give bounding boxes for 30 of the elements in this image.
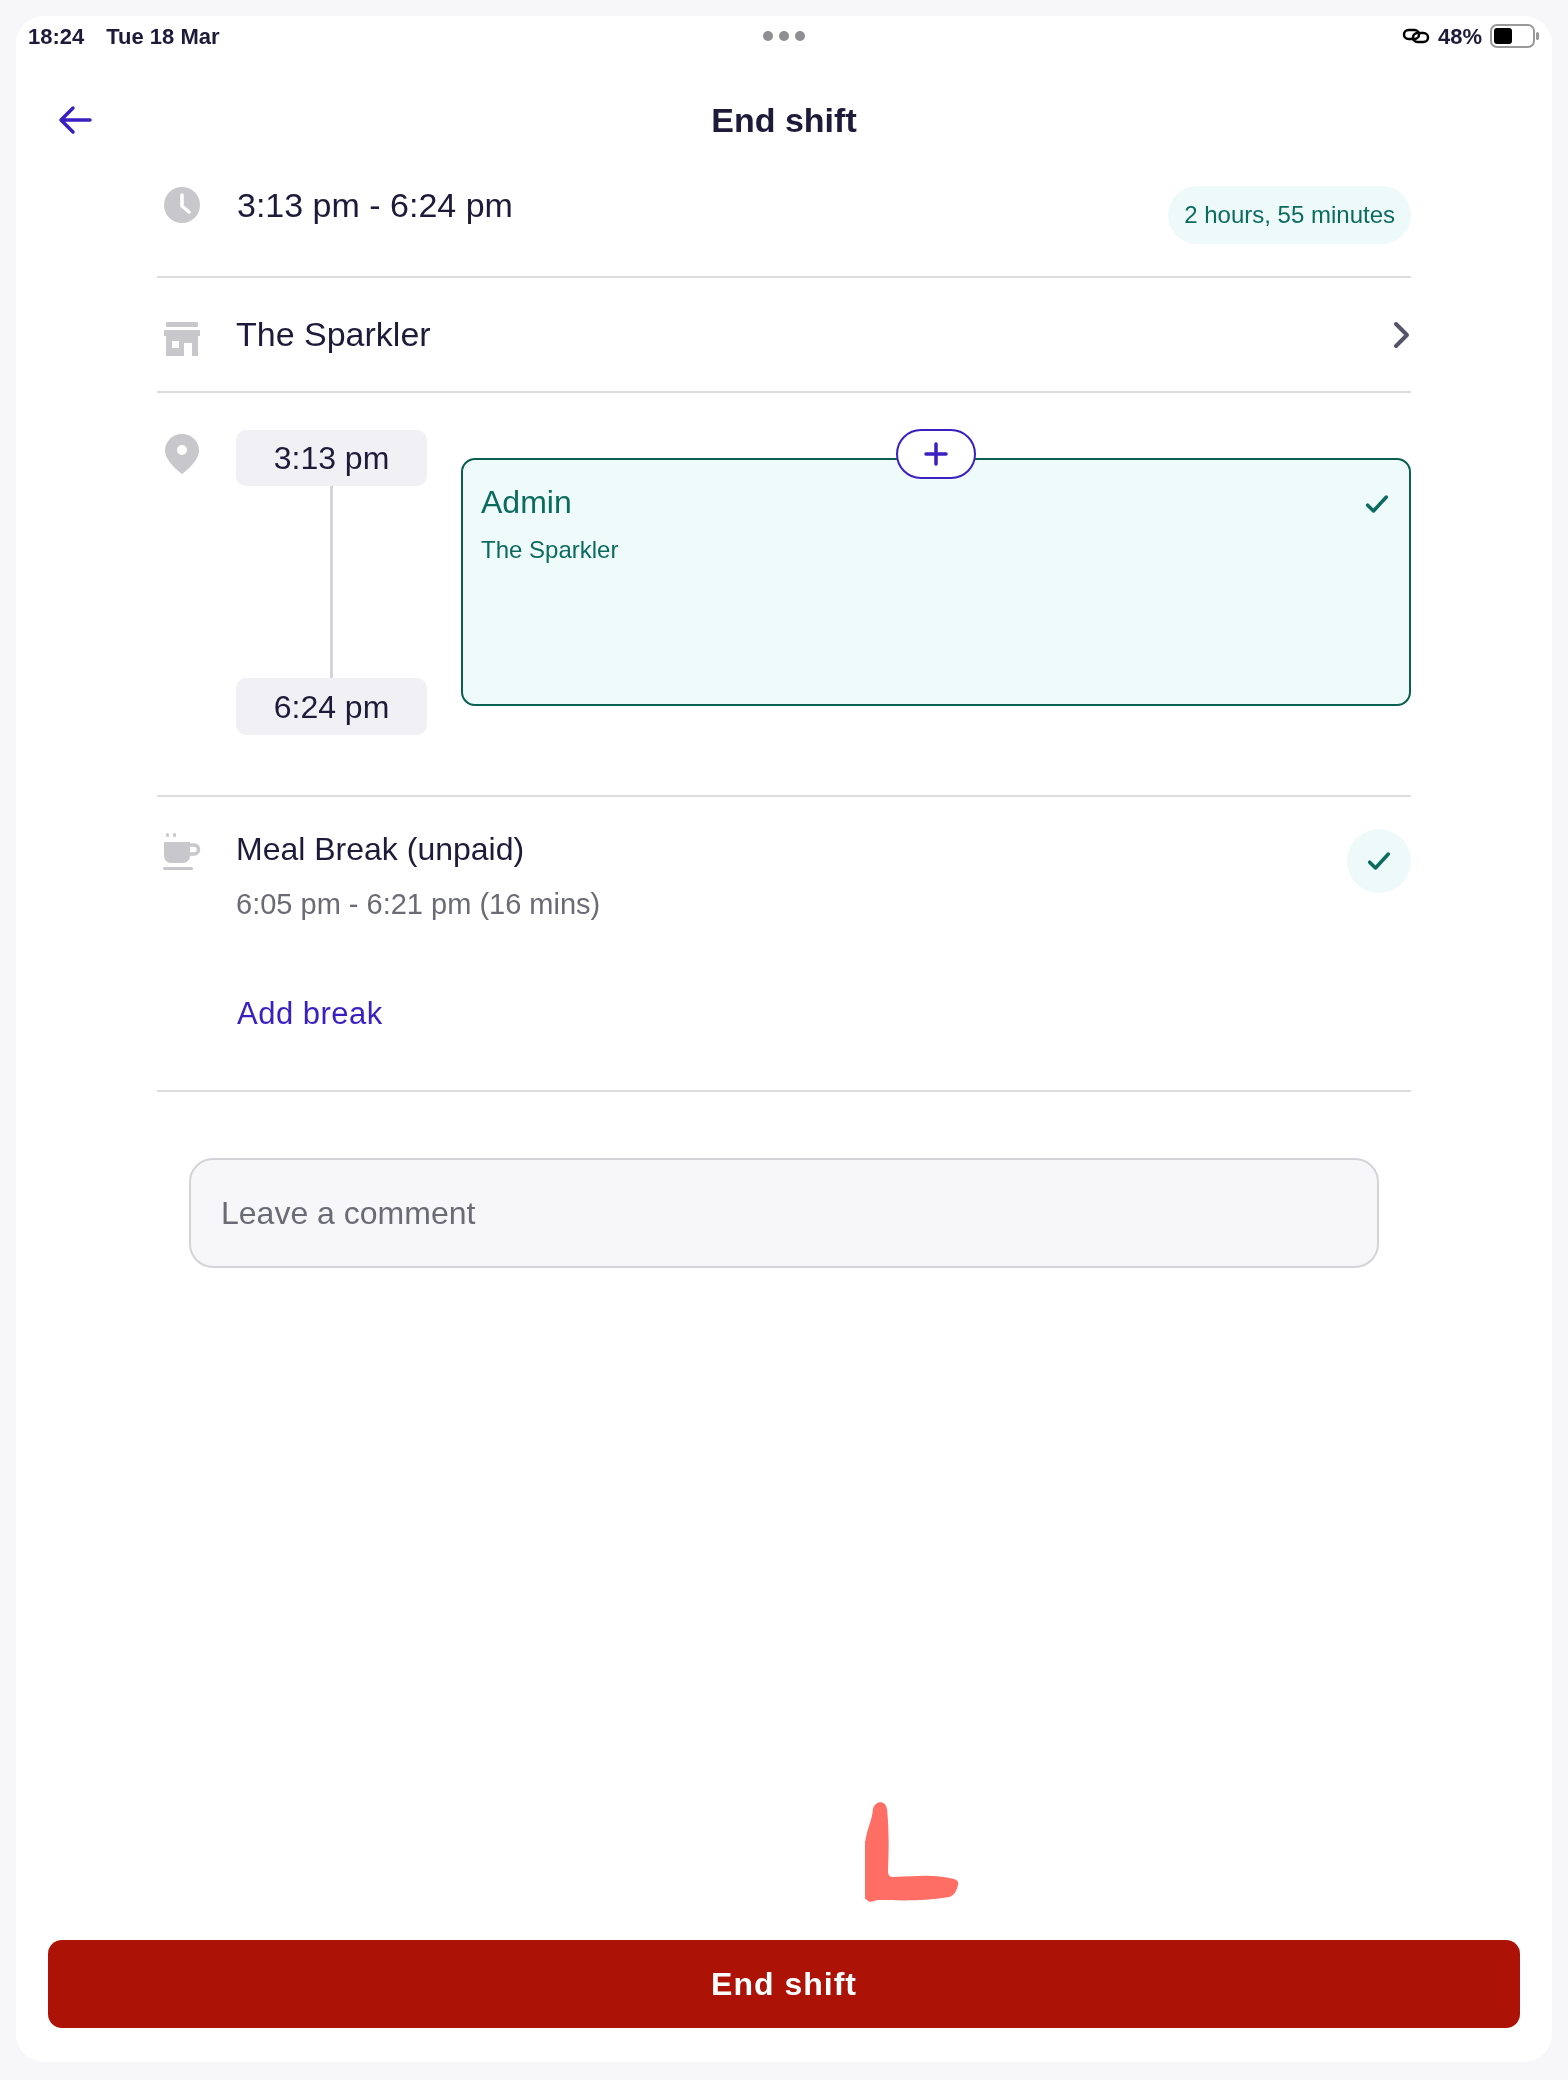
end-shift-button[interactable]: End shift bbox=[48, 1940, 1520, 2028]
activity-location: The Sparkler bbox=[481, 535, 619, 565]
activity-card[interactable]: Admin The Sparkler bbox=[461, 458, 1411, 706]
page-title: End shift bbox=[711, 99, 857, 141]
battery-icon bbox=[1490, 24, 1540, 48]
add-break-link[interactable]: Add break bbox=[221, 986, 399, 1041]
location-name: The Sparkler bbox=[236, 314, 431, 355]
coffee-cup-icon bbox=[163, 833, 201, 871]
end-time-chip: 6:24 pm bbox=[236, 678, 427, 735]
break-time: 6:05 pm - 6:21 pm (16 mins) bbox=[236, 887, 601, 922]
status-time: 18:24 bbox=[28, 22, 85, 51]
chevron-right-icon bbox=[1391, 320, 1411, 349]
back-arrow-icon bbox=[58, 105, 92, 135]
more-icon bbox=[762, 30, 806, 42]
comment-field[interactable]: Leave a comment bbox=[189, 1158, 1379, 1268]
back-button[interactable] bbox=[56, 103, 94, 137]
break-title: Meal Break (unpaid) bbox=[236, 830, 526, 869]
add-activity-button[interactable] bbox=[896, 429, 976, 479]
start-time-chip: 3:13 pm bbox=[236, 430, 427, 486]
clock-icon bbox=[164, 187, 200, 223]
status-date: Tue 18 Mar bbox=[106, 22, 220, 51]
activity-title: Admin bbox=[481, 483, 573, 522]
shift-time-range: 3:13 pm - 6:24 pm bbox=[237, 185, 513, 226]
location-row[interactable]: The Sparkler bbox=[157, 278, 1411, 393]
duration-badge: 2 hours, 55 minutes bbox=[1168, 186, 1411, 244]
map-pin-icon bbox=[165, 434, 199, 474]
store-icon bbox=[163, 321, 201, 356]
plus-icon bbox=[924, 442, 948, 466]
battery-percent: 48% bbox=[1437, 22, 1482, 51]
link-icon bbox=[1401, 27, 1430, 45]
